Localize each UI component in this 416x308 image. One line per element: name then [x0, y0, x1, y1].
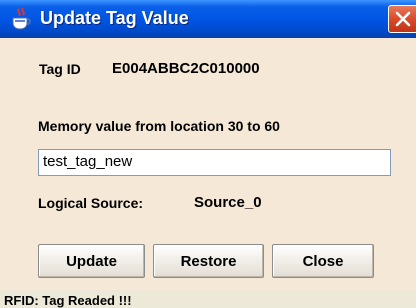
window-titlebar[interactable]: Update Tag Value — [0, 0, 416, 38]
logical-source-label: Logical Source: — [38, 195, 144, 211]
dialog-body: Tag ID E004ABBC2C010000 Memory value fro… — [0, 38, 416, 290]
close-icon — [395, 11, 411, 27]
update-button[interactable]: Update — [38, 244, 145, 278]
java-cup-icon — [10, 7, 32, 31]
status-text: RFID: Tag Readed !!! — [4, 293, 132, 308]
close-window-button[interactable] — [388, 5, 416, 33]
window-title: Update Tag Value — [40, 8, 189, 28]
logical-source-value: Source_0 — [194, 194, 262, 211]
restore-button[interactable]: Restore — [153, 244, 264, 278]
status-bar: RFID: Tag Readed !!! — [0, 290, 416, 308]
memory-value-input[interactable]: test_tag_new — [38, 149, 391, 176]
memory-range-label: Memory value from location 30 to 60 — [38, 118, 280, 134]
tag-id-label: Tag ID — [39, 61, 81, 77]
tag-id-value: E004ABBC2C010000 — [112, 60, 260, 77]
close-button[interactable]: Close — [272, 244, 374, 278]
